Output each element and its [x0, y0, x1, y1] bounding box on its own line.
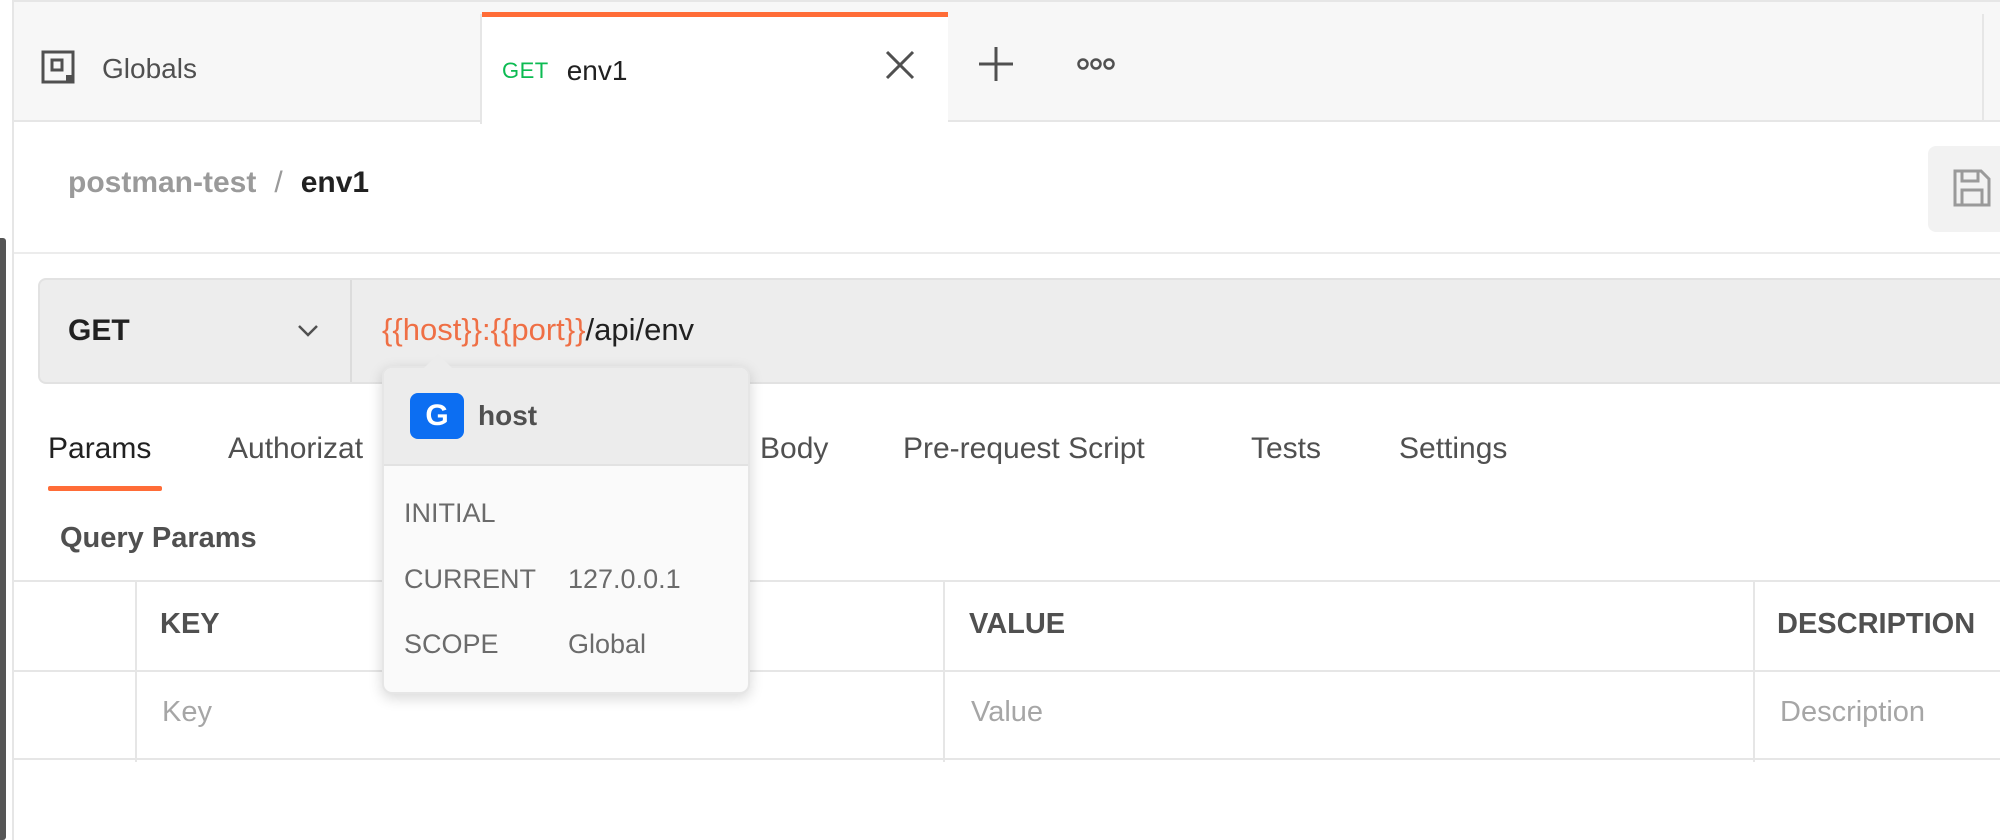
column-header-value: VALUE [969, 608, 1066, 640]
table-column-divider [1753, 582, 1755, 762]
current-value: 127.0.0.1 [568, 564, 681, 594]
tooltip-header: G host [384, 368, 748, 466]
tab-tests[interactable]: Tests [1251, 432, 1321, 466]
method-select[interactable]: GET [40, 280, 352, 382]
method-label: GET [68, 314, 130, 347]
tab-label: Globals [102, 53, 197, 84]
url-variable-host[interactable]: {{host}} [382, 312, 482, 347]
globals-icon [40, 49, 80, 89]
url-variable-port[interactable]: {{port}} [491, 312, 586, 347]
tab-bar: Globals GET env1 [14, 0, 2000, 124]
global-scope-icon: G [410, 393, 464, 439]
more-options-icon[interactable] [1074, 42, 1118, 86]
description-input[interactable]: Description [1780, 696, 1925, 729]
tabbar-divider [1982, 14, 1984, 122]
tab-body[interactable]: Body [760, 432, 828, 466]
tooltip-arrow [424, 354, 452, 368]
breadcrumb: postman-test / env1 [68, 166, 369, 200]
table-column-divider [943, 582, 945, 762]
table-column-divider [135, 582, 137, 762]
left-panel-scrollbar[interactable] [0, 238, 6, 840]
variable-name: host [478, 400, 538, 431]
key-input[interactable]: Key [162, 696, 212, 729]
breadcrumb-collection-link[interactable]: postman-test [68, 166, 256, 200]
tab-env1[interactable]: GET env1 [482, 12, 948, 124]
tab-params[interactable]: Params [48, 432, 151, 466]
scope-value: Global [568, 629, 647, 659]
header-divider [14, 252, 2000, 254]
current-label: CURRENT [404, 564, 536, 594]
value-input[interactable]: Value [971, 696, 1043, 729]
plus-icon[interactable] [974, 42, 1018, 86]
save-button[interactable] [1928, 146, 2000, 232]
column-header-description: DESCRIPTION [1777, 608, 1976, 640]
tab-label: env1 [566, 54, 628, 86]
tab-method-badge: GET [502, 57, 549, 83]
initial-label: INITIAL [404, 498, 496, 528]
table-bottom-border [14, 758, 2000, 760]
active-tab-indicator [48, 486, 162, 491]
chevron-down-icon [294, 316, 322, 344]
variable-tooltip: G host INITIAL CURRENT 127.0.0.1 SCOPE G… [382, 354, 750, 694]
close-icon[interactable] [882, 47, 918, 83]
tab-pre-request-script[interactable]: Pre-request Script [903, 432, 1145, 466]
save-icon [1950, 166, 1994, 215]
url-path: /api/env [585, 312, 695, 347]
breadcrumb-separator: / [274, 166, 283, 199]
table-top-border [14, 580, 2000, 582]
url-colon: : [482, 312, 491, 347]
table-header-border [14, 670, 2000, 672]
query-params-title: Query Params [60, 522, 257, 554]
tab-settings[interactable]: Settings [1399, 432, 1507, 466]
scope-label: SCOPE [404, 629, 499, 659]
breadcrumb-request-name[interactable]: env1 [301, 166, 369, 200]
tab-globals[interactable]: Globals [14, 14, 482, 124]
tab-authorization[interactable]: Authorizat [228, 432, 363, 466]
column-header-key: KEY [160, 608, 220, 640]
url-input[interactable]: {{host}}:{{port}}/api/env [382, 312, 694, 348]
url-bar: GET {{host}}:{{port}}/api/env [38, 278, 2000, 384]
